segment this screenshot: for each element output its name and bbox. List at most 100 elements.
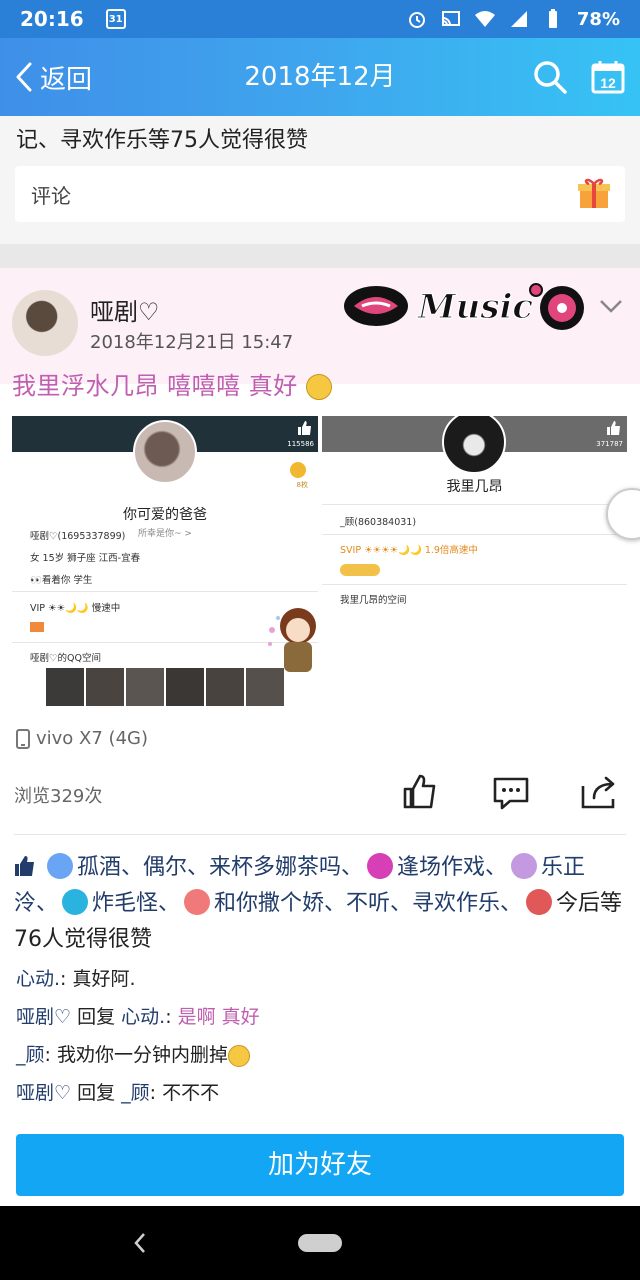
post-text: 我里浮水几昂 嘻嘻嘻 真好 — [12, 366, 332, 401]
image-row: _顾(860384031) — [340, 517, 417, 528]
comment-text: : 真好阿. — [60, 968, 136, 990]
image-like-icon — [607, 421, 620, 435]
post-image-right[interactable]: 371787 我里几昂 _顾(860384031) SVIP ☀☀☀☀🌙🌙 1.… — [322, 416, 627, 721]
medal-icon — [290, 462, 306, 478]
image-badge-icon — [340, 564, 380, 576]
comment-text: : 我劝你一分钟内删掉 — [44, 1044, 228, 1066]
liker-avatar-icon — [184, 889, 211, 915]
image-thumbnail — [166, 668, 204, 706]
view-count: 浏览329次 — [14, 786, 103, 807]
previous-post-footer: 记、寻欢作乐等75人觉得很赞 评论 — [0, 116, 640, 244]
section-divider — [14, 834, 626, 835]
system-back-icon[interactable] — [130, 1228, 148, 1258]
gift-icon[interactable] — [577, 176, 611, 210]
image-thumbnail — [206, 668, 244, 706]
likes-names[interactable]: 炸毛怪、 — [92, 891, 180, 916]
image-divider — [322, 584, 627, 585]
comment-user[interactable]: 哑剧♡ — [16, 1006, 71, 1028]
comment-item[interactable]: 哑剧♡ 回复 心动.: 是啊 真好 — [16, 1002, 260, 1029]
music-badge-text: Music — [417, 287, 533, 327]
reply-word: 回复 — [71, 1082, 122, 1104]
liker-avatar-icon — [62, 889, 89, 915]
likes-list: 孤酒、偶尔、来杯多娜茶吗、 逢场作戏、 乐正泠、 炸毛怪、 和你撒个娇、不听、寻欢作乐、… — [14, 850, 626, 958]
post-text-content: 我里浮水几昂 嘻嘻嘻 真好 — [12, 372, 298, 400]
like-icon[interactable] — [402, 774, 438, 810]
system-home-pill[interactable] — [298, 1234, 342, 1252]
image-row: SVIP ☀☀☀☀🌙🌙 1.9倍高速中 — [340, 545, 478, 556]
image-profile-name: 我里几昂 — [446, 479, 503, 495]
liker-avatar-icon — [511, 853, 538, 879]
battery-level: 78% — [576, 8, 620, 30]
image-profile-name: 你可爱的爸爸 — [123, 507, 207, 523]
device-label: vivo X7 (4G) — [36, 728, 148, 749]
add-friend-button[interactable]: 加为好友 — [16, 1134, 624, 1196]
image-thumbnail — [86, 668, 124, 706]
chevron-down-icon[interactable] — [598, 296, 624, 316]
image-row: VIP ☀☀🌙🌙 慢速中 — [30, 603, 121, 614]
image-divider — [322, 504, 627, 505]
likes-names[interactable]: 和你撒个娇、不听、寻欢作乐、 — [214, 891, 522, 916]
image-thumbnail — [46, 668, 84, 706]
liker-avatar-icon — [367, 853, 394, 879]
feed-scroll-area[interactable]: 记、寻欢作乐等75人觉得很赞 评论 哑剧♡ 2018年12月21日 15:47 … — [0, 116, 640, 1130]
image-thumbnail — [126, 668, 164, 706]
comment-user[interactable]: 心动. — [16, 968, 60, 990]
image-divider — [12, 591, 318, 592]
image-visit-count: 115586 — [287, 440, 314, 448]
comment-user[interactable]: _顾 — [16, 1044, 45, 1066]
comment-icon[interactable] — [492, 776, 530, 810]
likes-names[interactable]: 孤酒、偶尔、来杯多娜茶吗、 — [77, 855, 363, 880]
calendar-badge: 12 — [600, 75, 616, 91]
comment-item[interactable]: 心动.: 真好阿. — [16, 964, 136, 991]
medal-count: 8枚 — [296, 481, 308, 489]
image-avatar — [133, 420, 197, 484]
reply-word: 回复 — [71, 1006, 122, 1028]
girl-sticker-icon — [268, 608, 316, 672]
username[interactable]: 哑剧♡ — [90, 292, 160, 327]
bottom-action-area: 加为好友 — [0, 1124, 640, 1208]
image-visit-count: 371787 — [596, 440, 623, 448]
status-time: 20:16 — [20, 7, 84, 31]
comment-item[interactable]: _顾: 我劝你一分钟内删掉 — [16, 1040, 250, 1067]
smile-emoji-icon — [227, 1044, 250, 1067]
image-row: 哑剧♡(1695337899) — [30, 531, 126, 542]
cast-icon — [441, 11, 460, 26]
liker-avatar-icon — [526, 889, 553, 915]
image-row: 我里几昂的空间 — [340, 595, 407, 606]
like-thumb-icon — [15, 856, 34, 876]
comment-text: : 不不不 — [149, 1082, 220, 1104]
reply-target[interactable]: 心动. — [121, 1006, 165, 1028]
nav-bar: 返回 2018年12月 12 — [0, 38, 640, 116]
image-like-icon — [298, 421, 311, 435]
image-badge-icon — [30, 622, 44, 632]
device-info: vivo X7 (4G) — [16, 728, 148, 749]
image-row: 👀看着你 学生 — [30, 575, 93, 586]
share-icon[interactable] — [580, 776, 618, 810]
comment-user[interactable]: 哑剧♡ — [16, 1082, 71, 1104]
signal-icon — [510, 11, 527, 27]
smile-emoji-icon — [305, 374, 332, 400]
status-bar: 20:16 31 78% — [0, 0, 640, 38]
alarm-icon — [408, 12, 425, 28]
status-icons: 78% — [407, 9, 620, 30]
image-avatar — [442, 416, 506, 474]
avatar[interactable] — [12, 290, 78, 356]
wifi-icon — [474, 11, 495, 27]
comment-text: 是啊 真好 — [177, 1006, 260, 1028]
reply-target[interactable]: _顾 — [121, 1082, 150, 1104]
liker-avatar-icon — [47, 853, 73, 879]
post-divider — [0, 244, 640, 268]
search-icon[interactable] — [532, 59, 568, 95]
comment-input[interactable]: 评论 — [15, 166, 625, 222]
comment-placeholder: 评论 — [31, 184, 71, 208]
calendar-icon[interactable]: 12 — [590, 59, 626, 95]
system-nav-bar — [0, 1206, 640, 1280]
battery-icon — [548, 9, 557, 28]
likes-names[interactable]: 逢场作戏、 — [397, 855, 507, 880]
comment-item[interactable]: 哑剧♡ 回复 _顾: 不不不 — [16, 1078, 219, 1105]
music-badge-icon: Music — [344, 283, 584, 330]
image-row: 哑剧♡的QQ空间 — [30, 653, 101, 664]
post-image-left[interactable]: 115586 8枚 你可爱的爸爸 所幸是你~ > 哑剧♡(1695337899)… — [12, 416, 318, 721]
image-divider — [322, 534, 627, 535]
phone-icon — [16, 728, 30, 749]
